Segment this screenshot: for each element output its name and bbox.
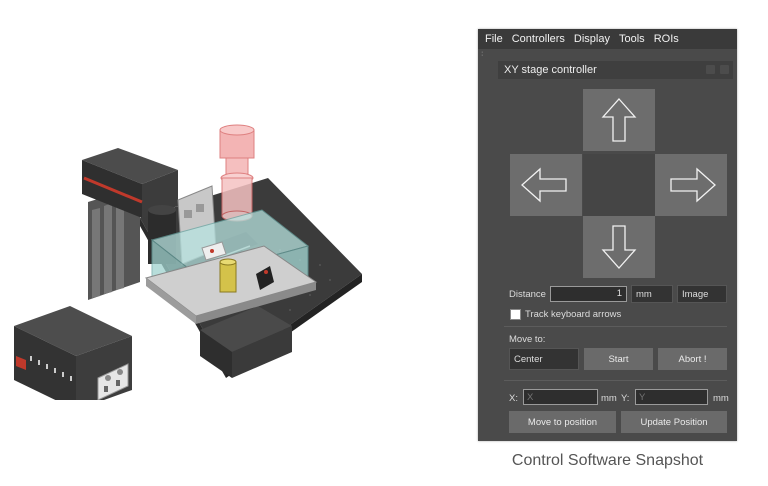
distance-unit-select[interactable]: mm (631, 285, 673, 303)
move-left-button[interactable] (510, 154, 582, 216)
move-to-position-label: Move to position (527, 416, 598, 428)
y-label: Y: (621, 393, 630, 404)
abort-button-label: Abort ! (678, 353, 707, 365)
divider (504, 380, 727, 381)
control-software-window: File Controllers Display Tools ROIs · · X… (478, 29, 737, 441)
move-to-position-button[interactable]: Move to position (509, 411, 616, 433)
move-to-target-select[interactable]: Center (509, 348, 579, 370)
move-up-button[interactable] (583, 89, 655, 151)
x-coordinate-input[interactable] (523, 389, 598, 405)
start-button[interactable]: Start (584, 348, 653, 370)
abort-button[interactable]: Abort ! (658, 348, 727, 370)
start-button-label: Start (608, 353, 629, 365)
menu-file[interactable]: File (485, 33, 503, 45)
arrow-pad-center (583, 154, 657, 216)
track-keyboard-checkbox[interactable] (510, 309, 521, 320)
y-unit: mm (713, 393, 729, 404)
left-arrow-icon (521, 167, 567, 203)
down-arrow-icon (601, 225, 637, 269)
microscope-rig-illustration (14, 124, 362, 400)
y-coordinate-input[interactable] (635, 389, 708, 405)
dock-grip-handle[interactable]: · · (481, 49, 484, 59)
update-position-button[interactable]: Update Position (621, 411, 727, 433)
distance-mode: Image (682, 288, 709, 300)
distance-input[interactable]: 1 (550, 286, 627, 302)
move-right-button[interactable] (655, 154, 727, 216)
menu-display[interactable]: Display (574, 33, 610, 45)
right-arrow-icon (670, 167, 716, 203)
track-keyboard-label: Track keyboard arrows (525, 309, 622, 320)
move-to-label: Move to: (509, 334, 546, 345)
distance-mode-select[interactable]: Image (677, 285, 727, 303)
distance-label: Distance (509, 289, 546, 300)
x-unit: mm (601, 393, 617, 404)
menu-controllers[interactable]: Controllers (512, 33, 565, 45)
menu-rois[interactable]: ROIs (654, 33, 679, 45)
float-icon[interactable] (706, 65, 715, 74)
move-down-button[interactable] (583, 216, 655, 278)
update-position-label: Update Position (640, 416, 708, 428)
figure-caption: Control Software Snapshot (511, 452, 704, 469)
menu-bar: File Controllers Display Tools ROIs (478, 29, 737, 49)
move-to-target: Center (514, 353, 543, 365)
up-arrow-icon (601, 98, 637, 142)
divider (504, 326, 727, 327)
distance-value: 1 (616, 288, 622, 299)
distance-unit: mm (636, 288, 652, 300)
dock-title-bar[interactable]: XY stage controller (498, 61, 733, 79)
panel-title: XY stage controller (504, 64, 597, 76)
menu-tools[interactable]: Tools (619, 33, 645, 45)
x-label: X: (509, 393, 518, 404)
close-icon[interactable] (720, 65, 729, 74)
